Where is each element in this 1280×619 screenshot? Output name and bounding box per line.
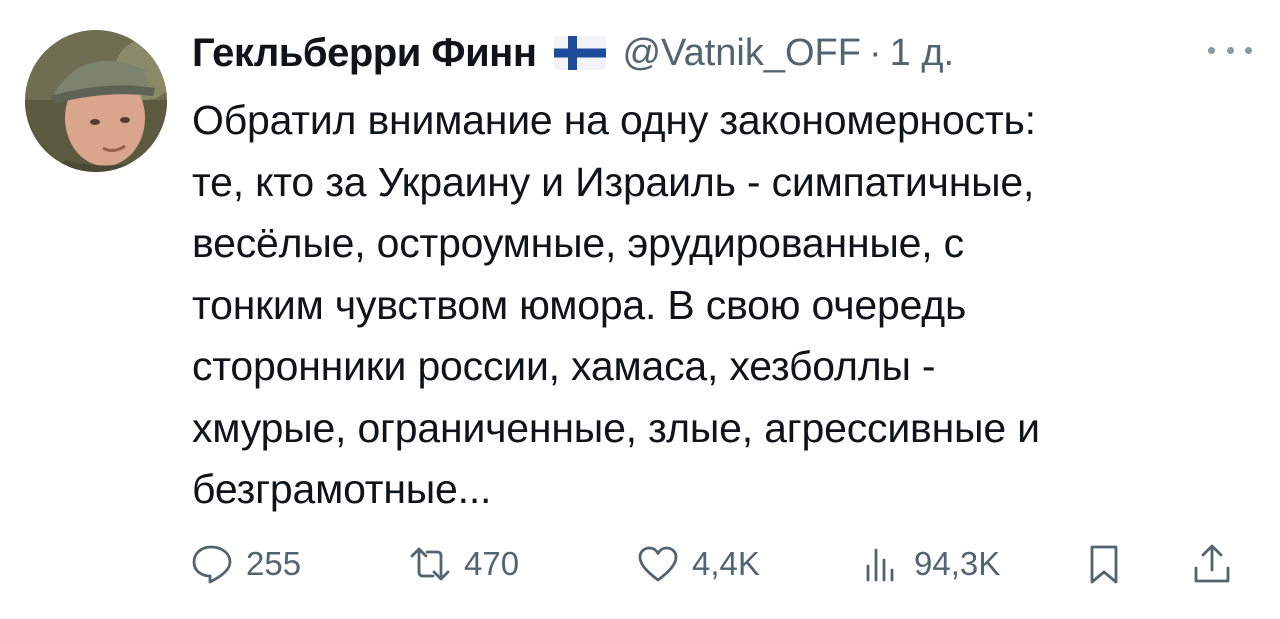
tweet-text: Обратил внимание на одну закономерность:… — [192, 97, 1040, 512]
finland-flag-icon — [554, 36, 607, 70]
display-name[interactable]: Гекльберри Финн — [192, 31, 537, 76]
bar-chart-icon — [866, 548, 894, 582]
more-dot — [1245, 46, 1252, 54]
views-button[interactable]: 94,3K — [858, 536, 1000, 592]
share-icon — [1194, 544, 1230, 583]
avatar-image — [25, 30, 167, 172]
repost-count: 470 — [464, 545, 520, 582]
tweet-card[interactable]: Гекльберри Финн @Vatnik_OFF · 1 д. Обрат… — [0, 0, 1280, 619]
bookmark-icon — [1090, 545, 1118, 584]
reply-button[interactable]: 255 — [190, 536, 301, 592]
repost-arrows-icon — [410, 547, 450, 581]
user-handle[interactable]: @Vatnik_OFF — [622, 32, 860, 75]
avatar[interactable] — [25, 30, 167, 172]
like-button[interactable]: 4,4K — [636, 536, 760, 592]
more-dot — [1226, 46, 1234, 54]
timestamp[interactable]: 1 д. — [890, 32, 954, 75]
bookmark-button[interactable] — [1082, 536, 1126, 592]
repost-button[interactable]: 470 — [408, 536, 519, 592]
like-count: 4,4K — [692, 545, 760, 582]
more-dots-icon[interactable] — [1208, 40, 1252, 60]
reply-count: 255 — [246, 545, 302, 582]
action-bar: 255 470 4,4K 94,3K — [190, 536, 1260, 592]
tweet-header: Гекльберри Финн @Vatnik_OFF · 1 д. — [192, 26, 954, 80]
heart-icon — [638, 546, 678, 582]
separator-dot: · — [868, 31, 882, 74]
share-button[interactable] — [1190, 536, 1234, 592]
speech-bubble-icon — [192, 545, 232, 584]
views-count: 94,3K — [914, 545, 1001, 582]
more-dot — [1208, 46, 1215, 54]
